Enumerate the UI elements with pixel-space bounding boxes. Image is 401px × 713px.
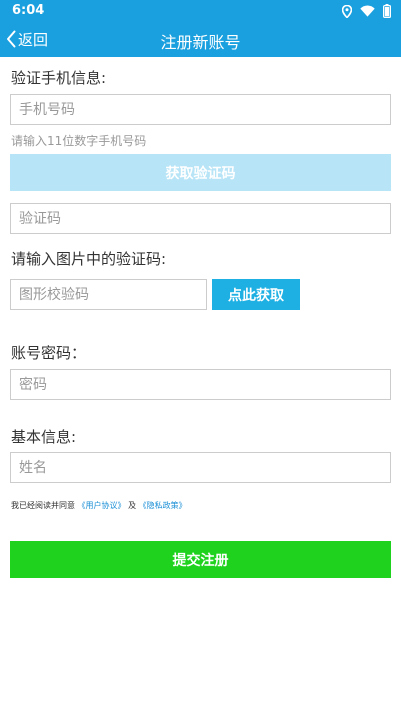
agreement-conjunction: 及 (128, 501, 137, 510)
get-code-button[interactable]: 获取验证码 (10, 154, 391, 191)
privacy-policy-link[interactable]: 《隐私政策》 (139, 501, 187, 510)
captcha-section-label: 请输入图片中的验证码: (11, 250, 167, 268)
phone-section-label: 验证手机信息: (11, 69, 107, 87)
phone-input[interactable] (10, 94, 391, 125)
location-icon (342, 4, 352, 18)
name-input[interactable] (10, 452, 391, 483)
password-input[interactable] (10, 369, 391, 400)
page-title: 注册新账号 (160, 33, 241, 52)
status-bar: 6:04 (0, 0, 401, 22)
wifi-icon (360, 5, 375, 17)
agreement-prefix: 我已经阅读并同意 (11, 501, 75, 510)
status-icons (342, 3, 391, 19)
submit-register-button[interactable]: 提交注册 (10, 541, 391, 578)
agreement-text: 我已经阅读并同意 《用户协议》 及 《隐私政策》 (11, 500, 187, 511)
sms-code-input[interactable] (10, 203, 391, 234)
battery-icon (383, 4, 391, 18)
captcha-input[interactable] (10, 279, 207, 310)
get-captcha-button[interactable]: 点此获取 (212, 279, 300, 310)
password-section-label: 账号密码： (11, 344, 87, 362)
top-bar: 6:04 返回 注册新账号 (0, 0, 401, 57)
nav-bar: 返回 注册新账号 (0, 22, 401, 57)
user-agreement-link[interactable]: 《用户协议》 (78, 501, 126, 510)
status-time: 6:04 (12, 3, 45, 18)
phone-hint: 请输入11位数字手机号码 (11, 134, 147, 148)
basic-section-label: 基本信息: (11, 428, 77, 446)
